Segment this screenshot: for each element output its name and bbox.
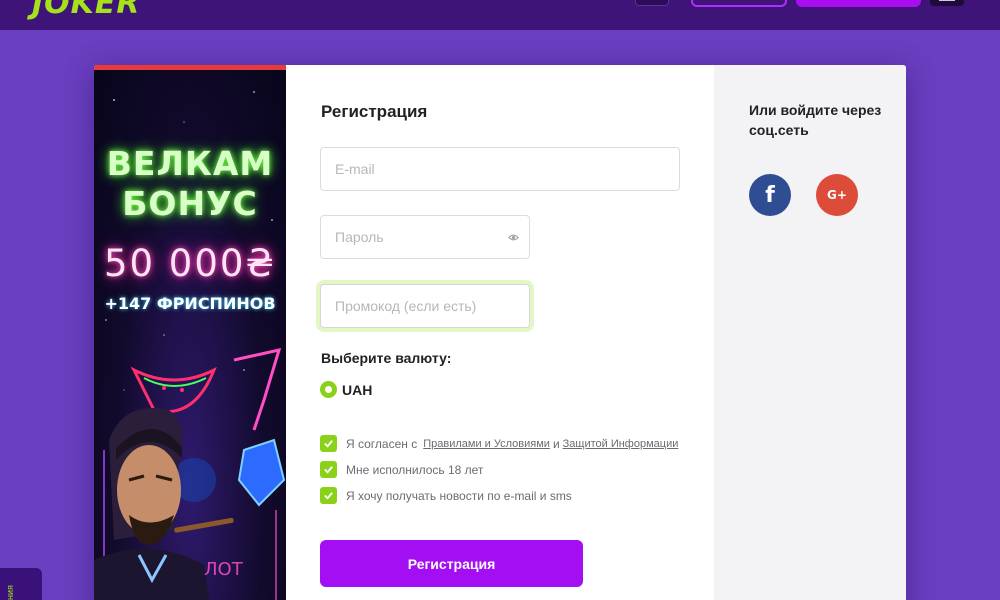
promo-banner: ВЕЛКАМ БОНУС 50 000₴ +147 ФРИСПИНОВ ЛОТ bbox=[94, 65, 286, 600]
site-logo[interactable]: JOKER bbox=[32, 0, 141, 21]
eye-icon[interactable] bbox=[508, 232, 519, 243]
header-register-button[interactable] bbox=[796, 0, 921, 7]
hamburger-menu-icon[interactable] bbox=[930, 0, 964, 6]
age-text: Мне исполнилось 18 лет bbox=[346, 462, 484, 477]
age-checkbox[interactable] bbox=[320, 461, 337, 478]
password-field-wrapper bbox=[320, 215, 530, 259]
checkmark-icon bbox=[324, 466, 333, 474]
joker-character-illustration: ЛОТ ЖРОТ bbox=[94, 347, 286, 600]
banner-headline-2: БОНУС bbox=[122, 184, 258, 223]
checkmark-icon bbox=[324, 440, 333, 448]
banner-bonus-amount: 50 000₴ bbox=[103, 242, 277, 285]
banner-headline-1: ВЕЛКАМ bbox=[106, 144, 274, 183]
banner-free-spins: +147 ФРИСПИНОВ bbox=[104, 294, 276, 313]
radio-selected-icon[interactable] bbox=[320, 381, 337, 398]
header-icon-button[interactable] bbox=[635, 0, 669, 6]
currency-label: Выберите валюту: bbox=[321, 350, 452, 366]
rules-link[interactable]: Правилами и Условиями bbox=[423, 438, 550, 450]
promo-field-wrapper bbox=[320, 284, 530, 328]
registration-form: Регистрация Выберите валюту: UAH Я согла… bbox=[286, 65, 714, 600]
news-checkbox-row: Я хочу получать новости по e-mail и sms bbox=[320, 487, 572, 504]
svg-text:ЛОТ: ЛОТ bbox=[204, 559, 244, 580]
social-login-panel: Или войдите через соц.сеть f G+ bbox=[714, 65, 906, 600]
terms-checkbox[interactable] bbox=[320, 435, 337, 452]
side-widget-label: ния bbox=[5, 585, 15, 600]
news-text: Я хочу получать новости по e-mail и sms bbox=[346, 488, 572, 503]
terms-text: Я согласен с bbox=[346, 436, 418, 451]
email-field[interactable] bbox=[321, 148, 679, 190]
privacy-link[interactable]: Защитой Информации bbox=[563, 438, 679, 450]
register-submit-button[interactable]: Регистрация bbox=[320, 540, 583, 587]
form-title: Регистрация bbox=[321, 102, 428, 121]
facebook-login-button[interactable]: f bbox=[749, 174, 791, 216]
news-checkbox[interactable] bbox=[320, 487, 337, 504]
social-login-title: Или войдите через соц.сеть bbox=[749, 102, 882, 138]
currency-radio-uah[interactable]: UAH bbox=[320, 381, 372, 398]
terms-and-text: и bbox=[552, 436, 560, 451]
checkmark-icon bbox=[324, 492, 333, 500]
header-login-button[interactable] bbox=[691, 0, 787, 7]
google-plus-icon: G+ bbox=[827, 188, 847, 202]
password-field[interactable] bbox=[321, 216, 529, 258]
email-field-wrapper bbox=[320, 147, 680, 191]
terms-checkbox-row: Я согласен с Правилами и Условиями и Защ… bbox=[320, 435, 678, 452]
age-checkbox-row: Мне исполнилось 18 лет bbox=[320, 461, 483, 478]
top-header: JOKER bbox=[0, 0, 1000, 30]
registration-modal: ВЕЛКАМ БОНУС 50 000₴ +147 ФРИСПИНОВ ЛОТ … bbox=[94, 65, 906, 600]
currency-option-label: UAH bbox=[342, 381, 373, 398]
facebook-icon: f bbox=[765, 182, 775, 208]
google-plus-login-button[interactable]: G+ bbox=[816, 174, 858, 216]
promo-code-field[interactable] bbox=[321, 285, 529, 327]
